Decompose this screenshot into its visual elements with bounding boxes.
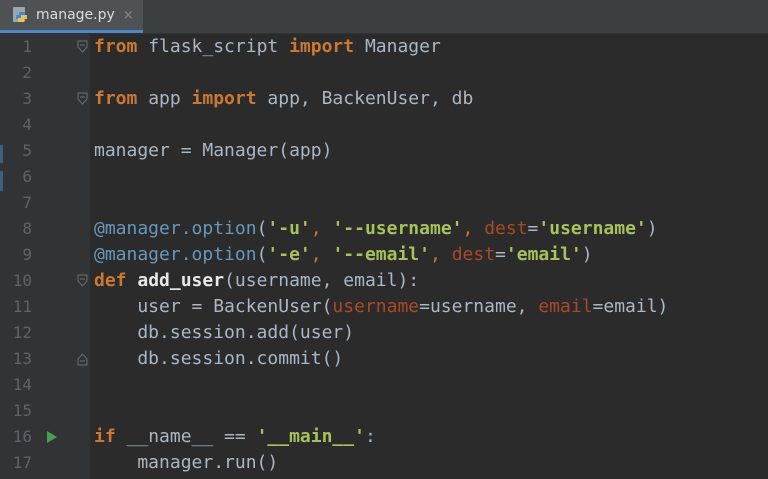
code-line-10: def add_user(username, email): [94, 270, 420, 291]
line-number: 13 [12, 349, 32, 368]
code-line-13: db.session.commit() [94, 348, 344, 369]
fold-icon[interactable] [77, 274, 88, 288]
code-line-5: manager = Manager(app) [94, 140, 333, 161]
close-tab-icon[interactable]: × [123, 8, 134, 23]
fold-end-icon[interactable] [77, 352, 88, 366]
code-line-17: manager.run() [94, 452, 279, 473]
run-icon[interactable] [46, 430, 58, 444]
line-number: 5 [22, 141, 32, 160]
line-number: 14 [12, 375, 32, 394]
code-line-8: @manager.option('-u', '--username', dest… [94, 218, 658, 239]
line-number: 2 [22, 63, 32, 82]
line-number: 10 [12, 271, 32, 290]
line-number: 1 [22, 37, 32, 56]
code-editor[interactable]: from flask_script import Manager from ap… [90, 34, 768, 479]
code-line-16: if __name__ == '__main__': [94, 426, 376, 447]
fold-icon[interactable] [77, 92, 88, 106]
editor-tab-bar: manage.py × [0, 0, 768, 34]
code-line-9: @manager.option('-e', '--email', dest='e… [94, 244, 593, 265]
line-number: 3 [22, 89, 32, 108]
line-number: 4 [22, 115, 32, 134]
code-line-12: db.session.add(user) [94, 322, 355, 343]
line-number: 17 [12, 453, 32, 472]
code-line-11: user = BackenUser(username=username, ema… [94, 296, 669, 317]
tab-manage-py[interactable]: manage.py × [0, 0, 143, 33]
line-gutter: 1 2 3 4 5 6 7 8 9 10 11 12 13 14 15 16 1… [0, 34, 90, 479]
line-number: 7 [22, 193, 32, 212]
line-number: 15 [12, 401, 32, 420]
line-number: 6 [22, 167, 32, 186]
code-line-3: from app import app, BackenUser, db [94, 88, 474, 109]
line-number: 11 [12, 297, 32, 316]
fold-icon[interactable] [77, 40, 88, 54]
code-line-1: from flask_script import Manager [94, 36, 441, 57]
line-number: 16 [12, 427, 32, 446]
line-number: 12 [12, 323, 32, 342]
line-number: 8 [22, 219, 32, 238]
line-number: 9 [22, 245, 32, 264]
tab-label: manage.py [36, 7, 115, 23]
python-file-icon [13, 7, 27, 22]
